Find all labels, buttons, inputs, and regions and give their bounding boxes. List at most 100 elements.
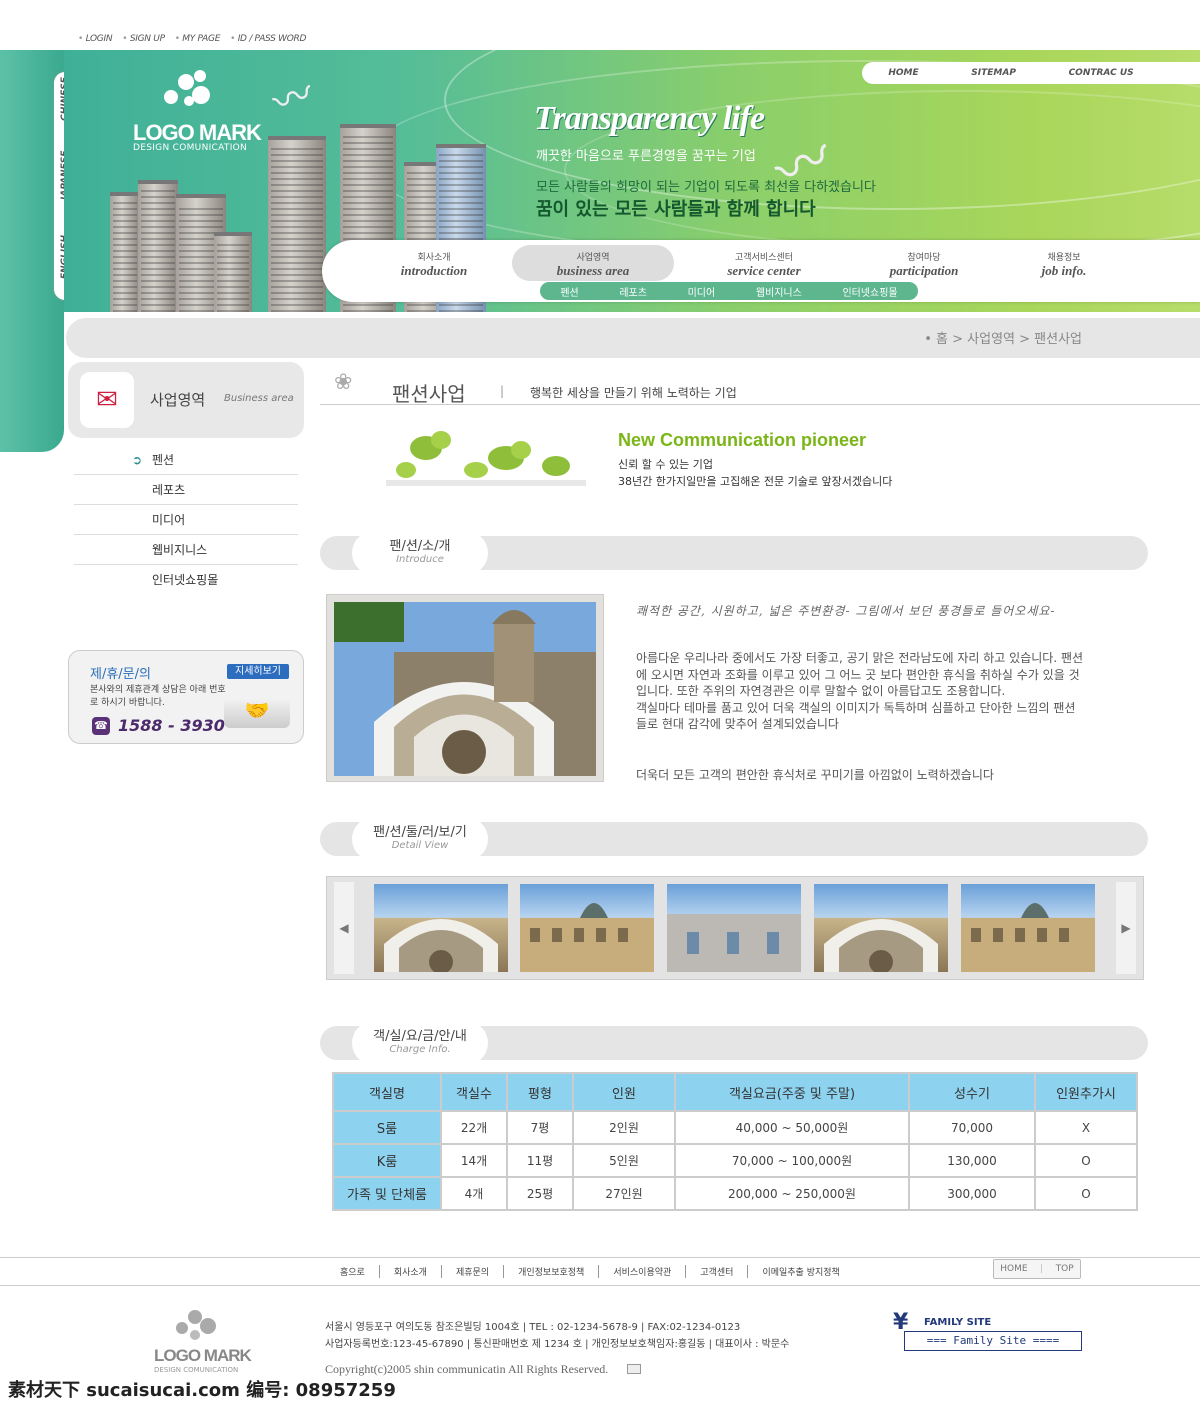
subnav-shopping-mall[interactable]: 인터넷쇼핑몰 <box>842 284 897 299</box>
section-title: 팬/션/둘/러/보/기 <box>373 825 467 840</box>
col-capacity: 인원 <box>574 1074 674 1110</box>
banner-title: Transparency life <box>534 100 765 137</box>
nav-label-ko: 고객서비스센터 <box>735 253 793 263</box>
cell: 300,000 <box>910 1178 1034 1209</box>
home-link[interactable]: HOME <box>888 68 918 78</box>
cell: X <box>1036 1112 1136 1143</box>
signup-link[interactable]: SIGN UP <box>122 34 165 44</box>
col-rate: 객실요금(주중 및 주말) <box>676 1074 908 1110</box>
sidebar-subtitle: Business area <box>224 393 294 404</box>
footer-top-button[interactable]: TOP <box>1056 1264 1074 1274</box>
email-icon[interactable] <box>627 1364 641 1374</box>
seagull-icon: 〰 <box>266 70 321 128</box>
footer-link-support[interactable]: 고객센터 <box>685 1265 747 1278</box>
footer-link-email-policy[interactable]: 이메일추출 방지정책 <box>747 1265 853 1278</box>
footer-home-button[interactable]: HOME <box>1000 1264 1027 1274</box>
gallery-thumbnail[interactable] <box>520 884 654 972</box>
section-tab-intro: 팬/션/소/개 Introduce <box>352 531 488 575</box>
cell: 40,000 ~ 50,000원 <box>676 1112 908 1143</box>
page-title: 팬션사업 <box>392 382 466 406</box>
sidebar-item-shopping-mall[interactable]: 인터넷쇼핑몰 <box>74 565 298 595</box>
cell: 가족 및 단체룸 <box>334 1178 440 1209</box>
footer-link-privacy[interactable]: 개인정보보호정책 <box>503 1265 598 1278</box>
plant-image <box>386 431 586 486</box>
pioneer-heading: New Communication pioneer <box>618 430 867 450</box>
gallery-next-button[interactable]: ▶ <box>1116 882 1136 974</box>
intro-body: 아름다운 우리나라 중에서도 가장 터좋고, 공기 맑은 전라남도에 자리 하고… <box>636 651 1084 732</box>
sidebar-item-media[interactable]: 미디어 <box>74 505 298 535</box>
footer-divider <box>0 1285 1200 1286</box>
banner-line-2: 꿈이 있는 모든 사람들과 함께 합니다 <box>536 199 816 220</box>
cell: 70,000 ~ 100,000원 <box>676 1145 908 1176</box>
page-slogan: 행복한 세상을 만들기 위해 노력하는 기업 <box>530 386 737 400</box>
nav-label-ko: 사업영역 <box>576 253 610 263</box>
footer-logo-title: LOGO MARK <box>154 1346 252 1365</box>
nav-label-en: participation <box>889 263 959 278</box>
contact-us-link[interactable]: CONTRAC US <box>1069 68 1134 78</box>
footer-link-partnership[interactable]: 제휴문의 <box>440 1265 503 1278</box>
footer-home-top: HOME | TOP <box>993 1259 1081 1279</box>
cell: 7평 <box>508 1112 572 1143</box>
banner-line-1: 모든 사람들의 희망이 되는 기업이 되도록 최선을 다하겠습니다 <box>536 180 876 195</box>
footer-address: 서울시 영등포구 여의도동 참조은빌딩 1004호 | TEL : 02-123… <box>325 1322 741 1333</box>
gallery-prev-button[interactable]: ◀ <box>334 882 354 974</box>
login-link[interactable]: LOGIN <box>78 34 113 44</box>
section-tab-charge: 객/실/요/금/안/내 Charge Info. <box>352 1021 488 1065</box>
id-password-link[interactable]: ID / PASS WORD <box>230 34 307 44</box>
footer-link-home[interactable]: 홈으로 <box>326 1265 379 1278</box>
nav-service-center[interactable]: 고객서비스센터 service center <box>684 250 844 279</box>
col-room-name: 객실명 <box>334 1074 440 1110</box>
intro-closing: 더욱더 모든 고객의 편안한 휴식처로 꾸미기를 아낌없이 노력하겠습니다 <box>636 768 994 782</box>
sidebar-item-web-business[interactable]: 웹비지니스 <box>74 535 298 565</box>
pension-photo <box>334 602 596 776</box>
nav-label-ko: 회사소개 <box>417 253 451 263</box>
cell: 22개 <box>442 1112 506 1143</box>
sidebar-item-leports[interactable]: 레포츠 <box>74 475 298 505</box>
nav-label-ko: 참여마당 <box>907 253 941 263</box>
footer-divider <box>0 1257 1200 1258</box>
nav-job-info[interactable]: 채용정보 job info. <box>984 250 1144 279</box>
sitemap-link[interactable]: SITEMAP <box>971 68 1016 78</box>
nav-introduction[interactable]: 회사소개 introduction <box>354 250 514 279</box>
gallery-thumbnail[interactable] <box>374 884 508 972</box>
gallery-thumbnail[interactable] <box>961 884 1095 972</box>
gallery-thumbnail[interactable] <box>667 884 801 972</box>
arrow-icon: ➲ <box>132 453 143 467</box>
footer-link-about[interactable]: 회사소개 <box>378 1265 441 1278</box>
subnav-leports[interactable]: 레포츠 <box>619 284 647 299</box>
footer-nav: 홈으로 회사소개 제휴문의 개인정보보호정책 서비스이용약관 고객센터 이메일추… <box>326 1265 854 1278</box>
col-extra-person: 인원추가시 <box>1036 1074 1136 1110</box>
handshake-icon: 🤝 <box>224 698 290 728</box>
family-site-select[interactable]: === Family Site ==== <box>904 1331 1082 1351</box>
nav-participation[interactable]: 참여마당 participation <box>844 250 1004 279</box>
col-peak: 성수기 <box>910 1074 1034 1110</box>
table-row: K룸 14개 11평 5인원 70,000 ~ 100,000원 130,000… <box>334 1145 1136 1176</box>
gallery-thumbnail[interactable] <box>814 884 948 972</box>
footer-copyright: Copyright(c)2005 shin communicatin All R… <box>325 1362 609 1376</box>
footer-link-terms[interactable]: 서비스이용약관 <box>598 1265 685 1278</box>
title-divider <box>320 404 1200 405</box>
nav-business-area[interactable]: 사업영역 business area <box>513 250 673 279</box>
cell: S룸 <box>334 1112 440 1143</box>
cell: O <box>1036 1178 1136 1209</box>
sub-nav: 펜션 레포츠 미디어 웹비지니스 인터넷쇼핑몰 <box>540 282 918 300</box>
cell: O <box>1036 1145 1136 1176</box>
cell: 2인원 <box>574 1112 674 1143</box>
mypage-link[interactable]: MY PAGE <box>175 34 220 44</box>
subnav-web-business[interactable]: 웹비지니스 <box>756 284 802 299</box>
subnav-pension[interactable]: 펜션 <box>560 284 578 299</box>
nav-label-en: job info. <box>1041 263 1087 278</box>
cell: 4개 <box>442 1178 506 1209</box>
cell: 14개 <box>442 1145 506 1176</box>
sidebar-title: 사업영역 <box>150 391 206 409</box>
sidebar-item-pension[interactable]: ➲ 펜션 <box>74 445 298 475</box>
utility-nav: LOGIN SIGN UP MY PAGE ID / PASS WORD <box>78 34 307 44</box>
top-nav: HOME SITEMAP CONTRAC US <box>862 62 1200 84</box>
watermark: 素材天下 sucaisucai.com 编号: 08957259 <box>8 1376 396 1402</box>
contact-detail-button[interactable]: 지세히보기 <box>227 664 289 679</box>
cell: 25평 <box>508 1178 572 1209</box>
cell: K룸 <box>334 1145 440 1176</box>
cell: 27인원 <box>574 1178 674 1209</box>
table-row: 가족 및 단체룸 4개 25평 27인원 200,000 ~ 250,000원 … <box>334 1178 1136 1209</box>
subnav-media[interactable]: 미디어 <box>688 284 716 299</box>
